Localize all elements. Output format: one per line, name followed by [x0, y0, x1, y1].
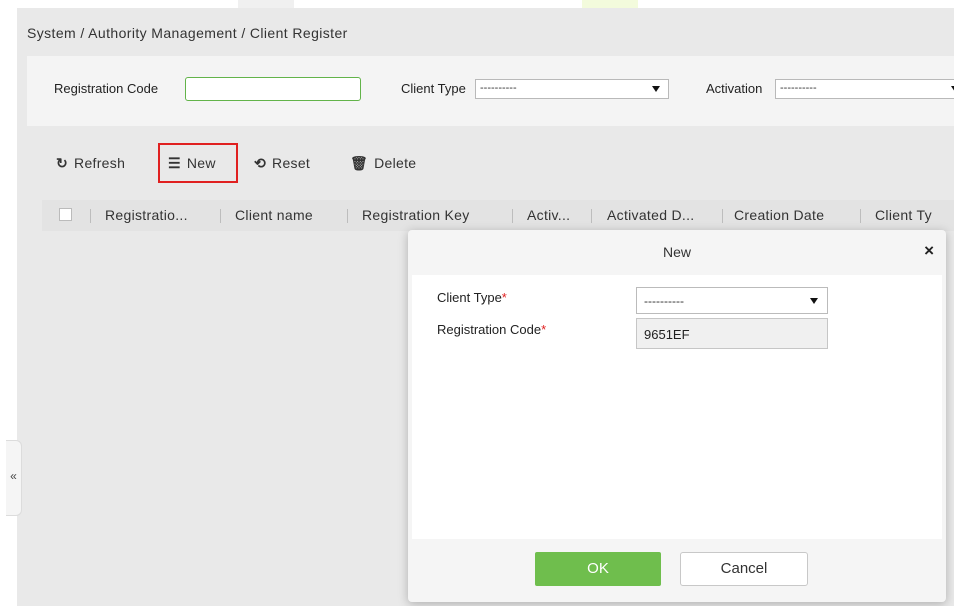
dialog-registration-code-label-text: Registration Code: [437, 322, 542, 337]
select-all-checkbox[interactable]: [59, 208, 72, 221]
column-separator: [512, 209, 513, 223]
activation-select[interactable]: ----------: [775, 79, 954, 99]
column-header-client-type[interactable]: Client Ty: [875, 207, 932, 223]
table-header: Registratio... Client name Registration …: [42, 200, 954, 231]
refresh-icon: ↻: [56, 155, 69, 171]
activation-label: Activation: [706, 81, 763, 96]
delete-label: Delete: [374, 155, 417, 171]
filter-bar: Registration Code Client Type ----------…: [27, 56, 954, 126]
required-marker: *: [501, 290, 507, 305]
sidebar-collapse-toggle[interactable]: «: [6, 440, 22, 516]
column-header-creation-date[interactable]: Creation Date: [734, 207, 824, 223]
dialog-footer: OK Cancel: [408, 539, 946, 602]
dialog-client-type-select[interactable]: ----------: [636, 287, 828, 314]
double-chevron-left-icon: «: [10, 469, 17, 483]
column-separator: [860, 209, 861, 223]
dialog-client-type-label: Client Type*: [437, 290, 507, 305]
column-separator: [591, 209, 592, 223]
column-header-activation[interactable]: Activ...: [527, 207, 570, 223]
refresh-button[interactable]: ↻ Refresh: [56, 155, 125, 172]
activation-select-value: ----------: [780, 82, 817, 94]
dialog-client-type-select-value: ----------: [644, 294, 684, 308]
column-separator: [722, 209, 723, 223]
top-tab-decoration: [238, 0, 294, 8]
dialog-body: Client Type* ---------- Registration Cod…: [412, 275, 942, 539]
column-separator: [90, 209, 91, 223]
column-header-registration-code[interactable]: Registratio...: [105, 207, 188, 223]
delete-button[interactable]: 🗑 Delete: [350, 155, 416, 172]
required-marker: *: [541, 322, 547, 337]
dialog-registration-code-field: 9651EF: [636, 318, 828, 349]
reset-label: Reset: [272, 155, 311, 171]
chevron-down-icon: [810, 298, 818, 304]
column-separator: [347, 209, 348, 223]
column-header-activated-date[interactable]: Activated D...: [607, 207, 694, 223]
top-tab-decoration-highlight: [582, 0, 638, 8]
reset-button[interactable]: ⟲ Reset: [254, 155, 310, 172]
column-header-client-name[interactable]: Client name: [235, 207, 313, 223]
dialog-client-type-label-text: Client Type: [437, 290, 502, 305]
registration-code-input[interactable]: [185, 77, 361, 101]
dialog-title: New: [662, 244, 691, 260]
column-header-registration-key[interactable]: Registration Key: [362, 207, 470, 223]
reset-icon: ⟲: [254, 155, 267, 171]
chevron-down-icon: [652, 86, 660, 92]
breadcrumb: System / Authority Management / Client R…: [27, 25, 348, 41]
close-icon[interactable]: ×: [924, 241, 934, 261]
refresh-label: Refresh: [74, 155, 126, 171]
ok-button[interactable]: OK: [535, 552, 661, 586]
dialog-registration-code-label: Registration Code*: [437, 322, 546, 337]
client-type-select-value: ----------: [480, 82, 517, 94]
registration-code-label: Registration Code: [54, 81, 159, 96]
client-type-select[interactable]: ----------: [475, 79, 669, 99]
new-button-highlight: [158, 143, 238, 183]
trash-icon: 🗑: [350, 155, 369, 171]
cancel-button[interactable]: Cancel: [680, 552, 808, 586]
new-client-dialog: New × Client Type* ---------- Registrati…: [408, 230, 946, 602]
client-type-label: Client Type: [401, 81, 466, 96]
column-separator: [220, 209, 221, 223]
